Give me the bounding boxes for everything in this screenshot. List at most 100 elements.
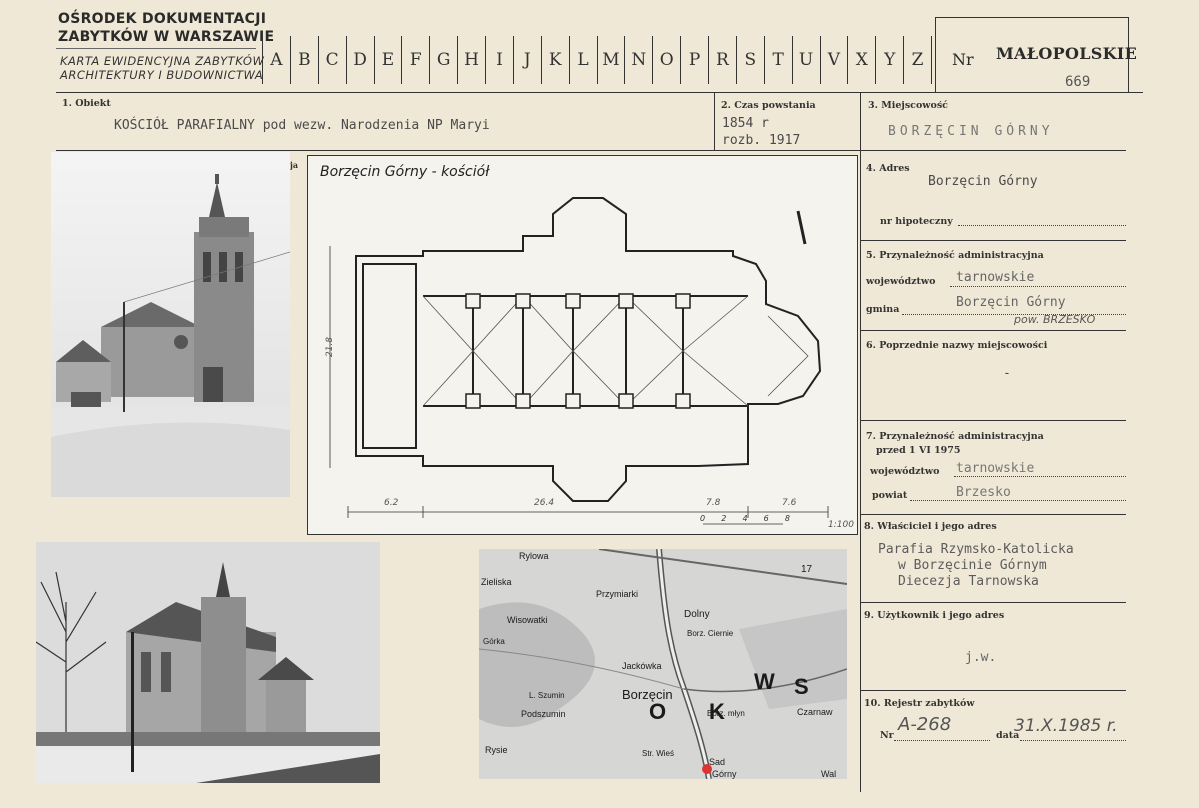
scale-tick-label: 4 xyxy=(742,514,748,523)
plan-scale-bar: 0 2 4 6 8 xyxy=(700,514,790,523)
wojewodztwo-prev-label: województwo xyxy=(870,466,940,477)
index-letter: Y xyxy=(875,36,903,84)
gmina-value: Borzęcin Górny xyxy=(956,295,1066,310)
plan-dim-1: 6.2 xyxy=(384,498,399,508)
poprzednie-label: 6. Poprzednie nazwy miejscowości xyxy=(866,340,1048,351)
record-number: 669 xyxy=(1065,74,1091,90)
index-letter: O xyxy=(652,36,680,84)
plan-dim-3: 7.8 xyxy=(706,498,721,508)
rejestr-nr-label: Nr xyxy=(880,730,894,741)
map-label: Górka xyxy=(483,637,505,646)
scale-tick-label: 2 xyxy=(721,514,727,523)
scale-tick-label: 8 xyxy=(784,514,790,523)
uzytkownik-value: j.w. xyxy=(965,650,997,665)
floor-plan: Borzęcin Górny - kościół 21.8 6.2 26.4 7… xyxy=(307,155,858,535)
przynaleznosc-label: 5. Przynależność administracyjna xyxy=(866,250,1044,261)
wojewodztwo-prev-value: tarnowskie xyxy=(956,461,1035,476)
poprzednie-value: - xyxy=(1003,366,1011,381)
wojewodztwo-value: tarnowskie xyxy=(956,270,1035,285)
record-card: OŚRODEK DOKUMENTACJI ZABYTKÓW W WARSZAWI… xyxy=(0,0,1199,808)
index-letter: R xyxy=(708,36,736,84)
gmina-label: gmina xyxy=(866,304,900,315)
map-label: S xyxy=(794,674,809,699)
przynaleznosc-prev-label: 7. Przynależność administracyjna xyxy=(866,431,1044,442)
map-label: Przymiarki xyxy=(596,589,638,599)
plan-dim-4: 7.6 xyxy=(782,498,797,508)
index-letter: N xyxy=(624,36,652,84)
map-label: O xyxy=(649,699,667,724)
index-letter: B xyxy=(289,36,318,84)
nr-label: Nr xyxy=(952,50,974,69)
index-letter: P xyxy=(680,36,708,84)
map-label: K xyxy=(709,699,725,724)
index-letter: X xyxy=(847,36,875,84)
map-label: Str. Wieś xyxy=(642,749,675,758)
map-label: Jackówka xyxy=(622,661,662,671)
map-label: W xyxy=(754,669,775,694)
index-letter: A xyxy=(262,36,290,84)
index-letter: V xyxy=(819,36,848,84)
adres-label: 4. Adres xyxy=(866,163,910,174)
location-map: Rylowa Zieliska Przymiarki Dolny Borz. Ciern… xyxy=(479,549,847,779)
index-letter: U xyxy=(791,36,820,84)
miejscowosc-value: BORZĘCIN GÓRNY xyxy=(888,124,1054,139)
index-letter: E xyxy=(373,36,402,84)
czas-label: 2. Czas powstania xyxy=(721,100,816,111)
plan-dim-height: 21.8 xyxy=(325,336,336,358)
map-label: Rysie xyxy=(485,745,508,755)
index-letter: J xyxy=(512,36,541,84)
scale-tick-label: 0 xyxy=(700,514,706,523)
adres-value: Borzęcin Górny xyxy=(928,174,1038,189)
map-label: L. Szumin xyxy=(529,691,565,700)
powiat-value: Brzesko xyxy=(956,485,1011,500)
czas-line2: rozb. 1917 xyxy=(722,133,801,148)
czas-line1: 1854 r xyxy=(722,116,769,131)
map-label: Wisowatki xyxy=(507,615,548,625)
index-letter: F xyxy=(401,36,429,84)
map-label: Zieliska xyxy=(481,577,512,587)
uzytkownik-label: 9. Użytkownik i jego adres xyxy=(864,610,1005,621)
map-label: Borz. Ciernie xyxy=(687,629,734,638)
miejscowosc-label: 3. Miejscowość xyxy=(868,100,948,111)
scale-tick-label: 6 xyxy=(763,514,769,523)
powiat-label: powiat xyxy=(872,490,908,501)
church-photo-winter xyxy=(51,152,290,497)
rejestr-label: 10. Rejestr zabytków xyxy=(864,698,975,709)
wojewodztwo-label: województwo xyxy=(866,276,936,287)
map-label: Czarnaw xyxy=(797,707,833,717)
obiekt-value: KOŚCIÓŁ PARAFIALNY pod wezw. Narodzenia … xyxy=(114,118,490,133)
map-label: Podszumin xyxy=(521,709,566,719)
rejestr-data-value: 31.X.1985 r. xyxy=(1014,716,1118,736)
institution-name: OŚRODEK DOKUMENTACJI ZABYTKÓW W WARSZAWI… xyxy=(58,11,275,45)
index-letter: K xyxy=(540,36,569,84)
przed-label: przed 1 VI 1975 xyxy=(876,445,961,456)
alphabet-index: ABCDEFGHIJKLMNOPRSTUVXYZ xyxy=(262,36,932,84)
gmina-note: pow. BRZESKO xyxy=(1014,313,1096,326)
region-name: MAŁOPOLSKIE xyxy=(996,44,1138,63)
index-letter: C xyxy=(317,36,346,84)
map-label: 17 xyxy=(801,564,813,575)
index-letter: S xyxy=(735,36,764,84)
wlasciciel-label: 8. Właściciel i jego adres xyxy=(864,521,997,532)
church-photo-side xyxy=(36,542,380,783)
wlasciciel-line3: Diecezja Tarnowska xyxy=(898,574,1039,589)
rejestr-nr-value: A-268 xyxy=(898,714,952,735)
index-letter: H xyxy=(457,36,485,84)
index-letter: M xyxy=(596,36,625,84)
index-letter: T xyxy=(763,36,792,84)
index-letter: D xyxy=(345,36,374,84)
index-letter: G xyxy=(429,36,457,84)
index-letter: L xyxy=(568,36,597,84)
map-label: Rylowa xyxy=(519,551,549,561)
wlasciciel-line1: Parafia Rzymsko-Katolicka xyxy=(878,542,1074,557)
map-label: Górny xyxy=(712,769,737,779)
index-letter: I xyxy=(485,36,513,84)
hipoteczny-label: nr hipoteczny xyxy=(880,216,953,227)
wlasciciel-line2: w Borzęcinie Górnym xyxy=(898,558,1047,573)
map-label: Dolny xyxy=(684,609,710,620)
map-label: Wal xyxy=(821,769,837,779)
fotografia-label: ja xyxy=(290,160,299,170)
card-type: KARTA EWIDENCYJNA ZABYTKÓW ARCHITEKTURY … xyxy=(60,54,265,82)
plan-dim-2: 26.4 xyxy=(534,498,555,508)
plan-scale: 1:100 xyxy=(828,520,854,530)
